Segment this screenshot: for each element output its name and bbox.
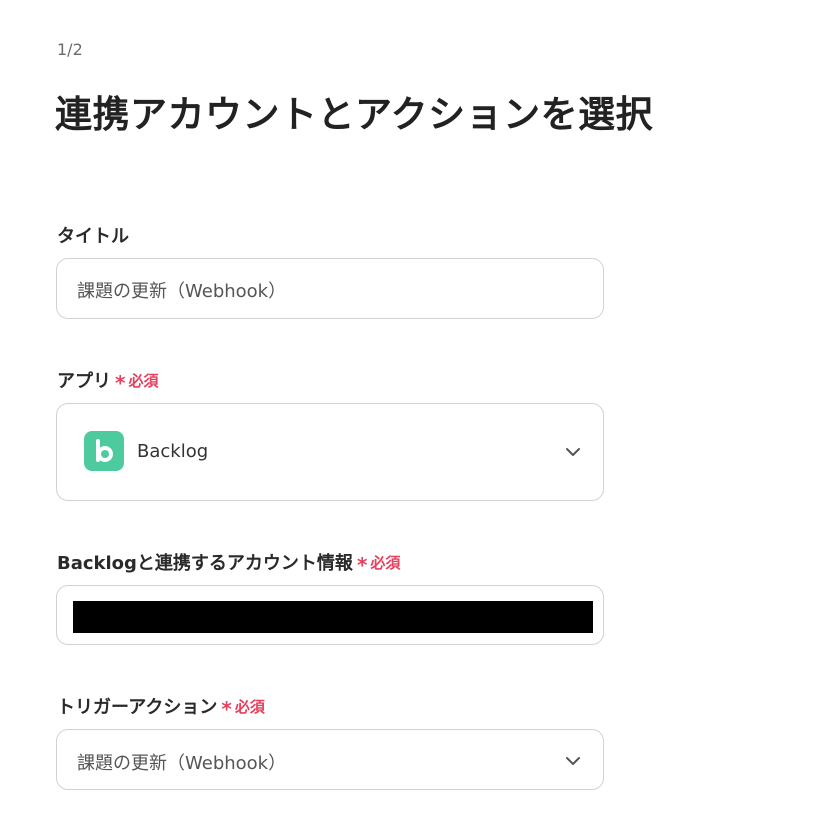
chevron-down-icon — [566, 757, 580, 765]
app-select[interactable]: Backlog — [56, 403, 604, 501]
required-asterisk-icon: * — [115, 371, 126, 395]
app-label-text: アプリ — [57, 371, 111, 392]
redacted-account-value — [73, 601, 593, 633]
title-label-text: タイトル — [57, 226, 129, 247]
required-badge: * 必須 — [221, 696, 265, 721]
account-label-text: Backlogと連携するアカウント情報 — [57, 553, 353, 574]
app-label: アプリ * 必須 — [57, 367, 158, 393]
trigger-select-value: 課題の更新（Webhook） — [77, 753, 287, 774]
chevron-down-icon — [566, 448, 580, 456]
app-select-value: Backlog — [137, 441, 209, 462]
title-label: タイトル — [57, 222, 129, 248]
trigger-select[interactable]: 課題の更新（Webhook） — [56, 729, 604, 790]
trigger-label: トリガーアクション * 必須 — [57, 693, 265, 719]
required-badge: * 必須 — [115, 370, 159, 395]
title-input[interactable]: 課題の更新（Webhook） — [56, 258, 604, 319]
required-text: 必須 — [234, 697, 265, 716]
page-title: 連携アカウントとアクションを選択 — [55, 93, 654, 136]
account-label: Backlogと連携するアカウント情報 * 必須 — [57, 549, 400, 575]
trigger-label-text: トリガーアクション — [57, 697, 218, 718]
backlog-logo-icon — [84, 431, 124, 471]
required-badge: * 必須 — [356, 552, 401, 577]
required-asterisk-icon: * — [221, 697, 232, 721]
required-text: 必須 — [370, 553, 401, 572]
required-text: 必須 — [128, 371, 159, 390]
account-select[interactable] — [56, 585, 604, 645]
title-input-value: 課題の更新（Webhook） — [77, 281, 287, 302]
step-indicator: 1/2 — [57, 40, 83, 59]
required-asterisk-icon: * — [356, 553, 368, 577]
